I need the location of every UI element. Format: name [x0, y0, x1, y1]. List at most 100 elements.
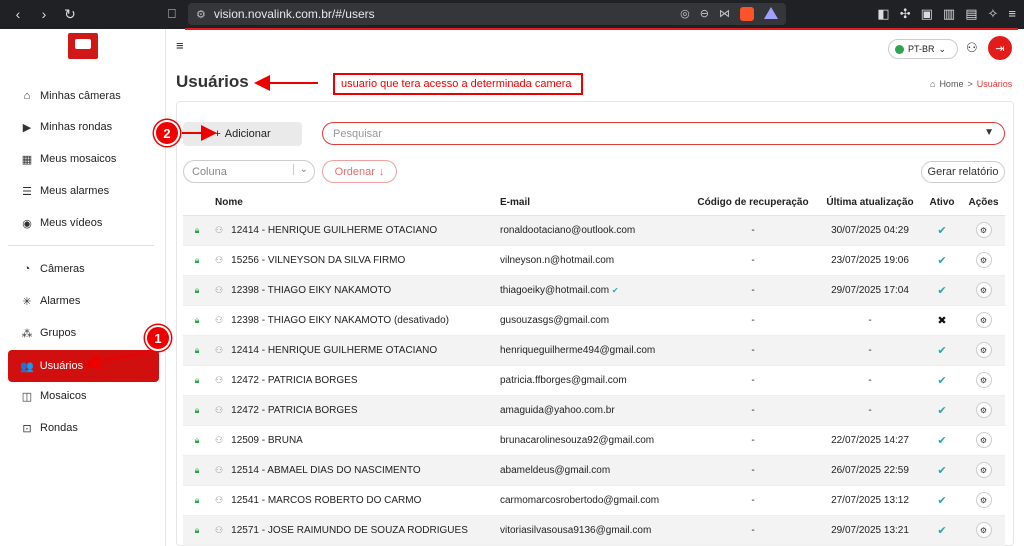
- user-name: 12514 - ABMAEL DIAS DO NASCIMENTO: [231, 464, 421, 476]
- brave-shields-icon[interactable]: [740, 7, 754, 21]
- plus-icon: +: [214, 128, 221, 140]
- table-row[interactable]: 🔒︎ ⚇ 12398 - THIAGO EIKY NAKAMOTO thiagoei…: [183, 275, 1005, 306]
- extension-icon[interactable]: ◧: [877, 6, 889, 22]
- gear-icon[interactable]: ⚙: [975, 252, 992, 268]
- user-email: brunacarolinesouza92@gmail.com: [500, 434, 655, 446]
- gear-icon[interactable]: ⚙: [975, 222, 992, 238]
- lock-icon: 🔒︎: [183, 335, 211, 366]
- gear-icon[interactable]: ⚙: [975, 402, 992, 418]
- sidebar-item-meus-videos[interactable]: ◉ Meus vídeos: [20, 210, 102, 236]
- sidebar-item-minhas-cameras[interactable]: ⌂ Minhas câmeras: [20, 83, 121, 109]
- wallet-icon[interactable]: ▤: [965, 6, 977, 22]
- header-actions: Ações: [962, 191, 1005, 216]
- annotation-badge-2: 2: [154, 120, 180, 146]
- menu-icon[interactable]: ≡: [1008, 6, 1016, 22]
- user-icon[interactable]: ⚇: [966, 40, 978, 56]
- table-row[interactable]: 🔒︎ ⚇ 12514 - ABMAEL DIAS DO NASCIMENTO aba…: [183, 455, 1005, 486]
- forward-icon[interactable]: ›: [36, 6, 52, 23]
- sidebar-item-grupos[interactable]: ⁂ Grupos: [20, 320, 77, 346]
- recovery-code: -: [688, 515, 818, 546]
- tab-search-icon[interactable]: ▣: [921, 6, 933, 22]
- user-name: 12414 - HENRIQUE GUILHERME OTACIANO: [231, 224, 438, 236]
- table-row[interactable]: 🔒︎ ⚇ 12509 - BRUNA brunacarolinesouza92@gm…: [183, 425, 1005, 456]
- user-email: ronaldootaciano@outlook.com: [500, 224, 636, 236]
- active-check-icon: ✔: [937, 284, 947, 297]
- sidebar-item-meus-alarmes[interactable]: ☰ Meus alarmes: [20, 178, 109, 204]
- gear-icon[interactable]: ⚙: [975, 432, 992, 448]
- gear-icon[interactable]: ⚙: [975, 312, 992, 328]
- gear-icon[interactable]: ⚙: [975, 522, 992, 538]
- user-email: amaguida@yahoo.com.br: [500, 404, 615, 416]
- lock-icon: 🔒︎: [183, 365, 211, 396]
- user-email: abameldeus@gmail.com: [500, 464, 611, 476]
- last-update: -: [818, 305, 922, 336]
- add-user-button[interactable]: + Adicionar: [183, 122, 302, 146]
- header-last-update[interactable]: Última atualização: [818, 191, 922, 216]
- search-input[interactable]: Pesquisar ▼: [322, 122, 1005, 145]
- flag-icon: [895, 44, 904, 54]
- active-check-icon: ✔: [937, 254, 947, 267]
- gear-icon[interactable]: ⚙: [975, 342, 992, 358]
- table-row[interactable]: 🔒︎ ⚇ 12414 - HENRIQUE GUILHERME OTACIANO r…: [183, 215, 1005, 246]
- header-recovery-code[interactable]: Código de recuperação: [688, 191, 818, 216]
- site-settings-icon[interactable]: ⚙: [196, 8, 206, 21]
- recovery-code: -: [688, 425, 818, 456]
- user-email: gusouzasgs@gmail.com: [500, 314, 610, 326]
- gear-icon[interactable]: ⚙: [975, 372, 992, 388]
- sidebar-item-minhas-rondas[interactable]: ▶ Minhas rondas: [20, 114, 112, 140]
- gear-icon[interactable]: ⚙: [975, 462, 992, 478]
- leo-icon[interactable]: ✧: [988, 6, 999, 22]
- breadcrumb-home[interactable]: Home: [939, 79, 963, 89]
- lock-icon: 🔒︎: [183, 425, 211, 456]
- header-name[interactable]: Nome: [211, 191, 496, 216]
- hamburger-icon[interactable]: ≡: [176, 38, 184, 53]
- last-update: 29/07/2025 17:04: [818, 275, 922, 306]
- table-row[interactable]: 🔒︎ ⚇ 12472 - PATRICIA BORGES amaguida@yaho…: [183, 395, 1005, 426]
- sidebar-item-cameras[interactable]: ◔ Câmeras: [20, 256, 85, 282]
- address-bar[interactable]: ⚙ vision.novalink.com.br/#/users ◎ ⊖ ⋈: [188, 3, 786, 25]
- sidebar-item-rondas[interactable]: ⊡ Rondas: [20, 415, 78, 441]
- column-select[interactable]: Coluna ⌄: [183, 160, 315, 183]
- grid-icon: ▦: [21, 153, 33, 166]
- lock-icon: 🔒︎: [183, 215, 211, 246]
- order-button[interactable]: Ordenar ↓: [322, 160, 397, 183]
- header-active[interactable]: Ativo: [922, 191, 962, 216]
- table-row[interactable]: 🔒︎ ⚇ 12398 - THIAGO EIKY NAKAMOTO (desati…: [183, 305, 1005, 336]
- novalink-logo[interactable]: [68, 33, 98, 59]
- person-icon: ⚇: [215, 224, 226, 235]
- filter-icon[interactable]: ▼: [984, 127, 994, 138]
- sidebar-item-meus-mosaicos[interactable]: ▦ Meus mosaicos: [20, 146, 117, 172]
- active-check-icon: ✔: [937, 374, 947, 387]
- bookmark-icon[interactable]: ⎕: [168, 6, 176, 22]
- user-name: 12571 - JOSE RAIMUNDO DE SOUZA RODRIGUES: [231, 524, 468, 536]
- rewards-icon[interactable]: [764, 7, 778, 19]
- table-row[interactable]: 🔒︎ ⚇ 12472 - PATRICIA BORGES patricia.ffbo…: [183, 365, 1005, 396]
- sidebar-item-usuarios[interactable]: 👥 Usuários: [8, 350, 159, 382]
- generate-report-button[interactable]: Gerar relatório: [921, 161, 1005, 183]
- home-icon: ⌂: [930, 79, 936, 89]
- table-row[interactable]: 🔒︎ ⚇ 12414 - HENRIQUE GUILHERME OTACIANO h…: [183, 335, 1005, 366]
- location-icon[interactable]: ◎: [680, 7, 690, 21]
- lock-icon: 🔒︎: [183, 455, 211, 486]
- sidebar-toggle-icon[interactable]: ▥: [943, 6, 955, 22]
- table-row[interactable]: 🔒︎ ⚇ 12571 - JOSE RAIMUNDO DE SOUZA RODRI…: [183, 515, 1005, 546]
- gear-icon[interactable]: ⚙: [975, 492, 992, 508]
- gear-icon[interactable]: ⚙: [975, 282, 992, 298]
- active-check-icon: ✔: [937, 524, 947, 537]
- sidebar-item-alarmes[interactable]: ✳ Alarmes: [20, 288, 80, 314]
- reload-icon[interactable]: ↻: [62, 6, 78, 23]
- table-row[interactable]: 🔒︎ ⚇ 12541 - MARCOS ROBERTO DO CARMO carmo…: [183, 485, 1005, 516]
- logout-icon: ⇥: [995, 42, 1005, 55]
- table-row[interactable]: 🔒︎ ⚇ 15256 - VILNEYSON DA SILVA FIRMO viln…: [183, 245, 1005, 276]
- back-icon[interactable]: ‹: [10, 6, 26, 23]
- logout-button[interactable]: ⇥: [988, 36, 1012, 60]
- sidebar-item-mosaicos[interactable]: ◫ Mosaicos: [20, 383, 87, 409]
- person-icon: ⚇: [215, 494, 226, 505]
- person-icon: ⚇: [215, 374, 226, 385]
- share-icon[interactable]: ⋈: [719, 7, 730, 21]
- language-selector[interactable]: PT-BR ⌄: [888, 39, 958, 59]
- last-update: 26/07/2025 22:59: [818, 455, 922, 486]
- zoom-icon[interactable]: ⊖: [700, 7, 709, 21]
- puzzle-icon[interactable]: ✣: [900, 6, 911, 22]
- header-email[interactable]: E-mail: [496, 191, 688, 216]
